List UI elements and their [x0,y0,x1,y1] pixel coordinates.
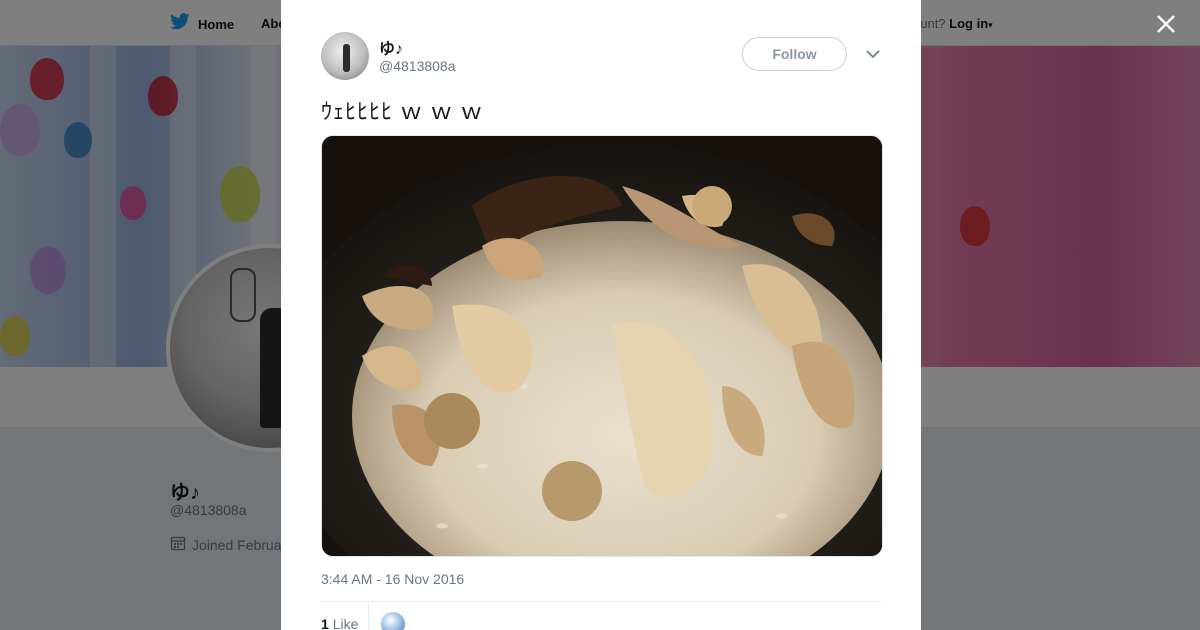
stats-vertical-divider [368,603,369,630]
like-count[interactable]: 1 Like [321,616,358,630]
tweet-author-name[interactable]: ゆ♪ [379,35,403,59]
chevron-down-icon[interactable] [864,47,882,61]
tweet-author-avatar[interactable] [321,32,369,80]
like-count-number: 1 [321,616,329,630]
tweet-timestamp[interactable]: 3:44 AM - 16 Nov 2016 [321,571,464,587]
stats-divider [321,601,881,602]
follow-button[interactable]: Follow [742,37,847,71]
close-icon[interactable] [1152,10,1180,38]
like-count-label: Like [332,616,359,630]
tweet-author-handle[interactable]: @4813808a [379,58,456,74]
tweet-photo[interactable] [321,135,883,557]
liker-avatar[interactable] [381,612,405,630]
tweet-modal: ゆ♪ @4813808a Follow ｳｪﾋﾋﾋﾋ ｗ ｗ ｗ 3:44 AM… [281,0,921,630]
tweet-text: ｳｪﾋﾋﾋﾋ ｗ ｗ ｗ [321,99,484,124]
